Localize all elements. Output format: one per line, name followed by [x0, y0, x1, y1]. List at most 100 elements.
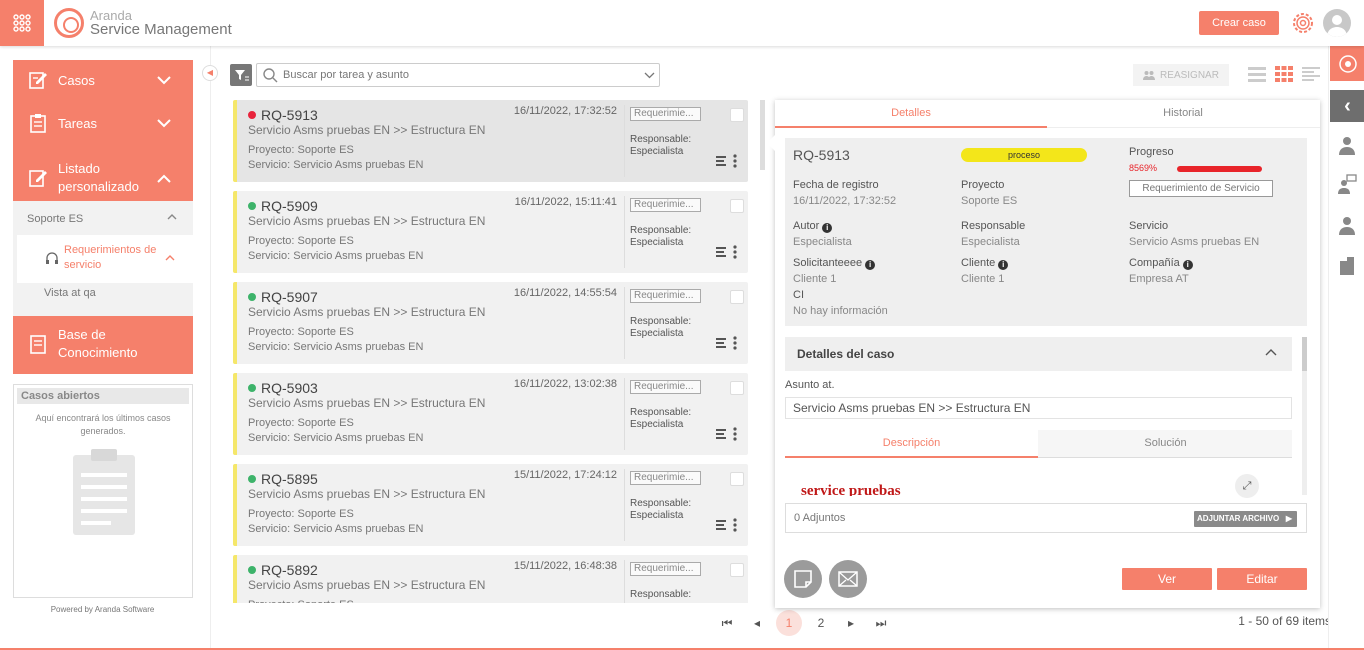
case-card-subject: Servicio Asms pruebas EN >> Estructura E… [248, 123, 486, 137]
filter-button[interactable] [230, 64, 252, 86]
submenu-header[interactable]: Soporte ES [13, 201, 193, 235]
chevron-up-icon[interactable] [1265, 348, 1277, 359]
status-dot [248, 384, 256, 392]
case-card[interactable]: RQ-5913 16/11/2022, 17:32:52 Servicio Asms… [233, 100, 748, 182]
case-card-date: 15/11/2022, 17:24:12 [513, 469, 617, 481]
email-button[interactable] [829, 560, 867, 598]
case-id: RQ-5913 [793, 147, 850, 163]
card-divider [624, 469, 625, 541]
collapse-sidebar-button[interactable]: ◀ [202, 65, 218, 81]
sidebar-menu: Casos Tareas Listado personalizado [13, 60, 193, 202]
expand-icon[interactable]: ⤢ [1235, 474, 1259, 498]
view-button[interactable]: Ver [1122, 568, 1212, 590]
detail-scroll-thumb[interactable] [1302, 337, 1307, 371]
edit-list-icon [29, 170, 47, 187]
rail-case-button[interactable] [1330, 46, 1364, 81]
case-card-responsible: Responsable: [630, 589, 692, 600]
envelope-icon [838, 571, 858, 587]
detail-view-icon[interactable] [1302, 66, 1320, 82]
page-2-button[interactable]: 2 [810, 616, 832, 630]
case-card-date: 16/11/2022, 13:02:38 [513, 378, 617, 390]
card-actions-icon[interactable] [716, 335, 744, 351]
user-avatar[interactable] [1323, 9, 1351, 37]
card-actions-icon[interactable] [716, 244, 744, 260]
sidebar-item-tareas[interactable]: Tareas [13, 103, 193, 143]
rail-collapse-button[interactable]: ‹ [1330, 90, 1364, 122]
create-case-button[interactable]: Crear caso [1199, 11, 1279, 35]
status-dot [248, 202, 256, 210]
case-card-checkbox[interactable] [730, 199, 744, 213]
apps-grid-button[interactable] [0, 0, 44, 46]
card-divider [624, 560, 625, 603]
list-scrollbar[interactable] [760, 100, 765, 170]
aranda-logo-icon [54, 8, 84, 38]
list-view-icon[interactable] [1248, 66, 1266, 82]
case-card-service: Servicio: Servicio Asms pruebas EN [248, 432, 424, 444]
user-icon [1327, 15, 1347, 37]
case-card-responsible: Responsable: Especialista [630, 498, 692, 521]
servicio-label: Servicio [1129, 220, 1169, 232]
case-card[interactable]: RQ-5895 15/11/2022, 17:24:12 Servicio Asms… [233, 464, 748, 546]
case-card-checkbox[interactable] [730, 381, 744, 395]
user-icon[interactable] [1337, 135, 1357, 155]
case-card-responsible: Responsable: Especialista [630, 407, 692, 430]
chevron-down-icon [157, 116, 171, 131]
description-tabs: Descripción Solución [785, 430, 1292, 458]
case-card[interactable]: RQ-5903 16/11/2022, 13:02:38 Servicio Asms… [233, 373, 748, 455]
sidebar-item-listado[interactable]: Listado personalizado [13, 156, 193, 200]
page-1-button[interactable]: 1 [776, 610, 802, 636]
chevron-down-icon [157, 73, 171, 88]
case-card-id: RQ-5895 [261, 471, 318, 487]
submenu-header-label: Soporte ES [27, 213, 84, 225]
tab-historial[interactable]: Historial [1047, 100, 1319, 128]
last-page-button[interactable]: ⏭ [870, 616, 892, 631]
chevron-down-icon[interactable] [644, 72, 655, 79]
agent-icon[interactable] [1337, 215, 1357, 235]
case-card-checkbox[interactable] [730, 108, 744, 122]
card-actions-icon[interactable] [716, 153, 744, 169]
powered-by: Powered by Aranda Software [50, 605, 155, 614]
case-card-responsible: Responsable: Especialista [630, 225, 692, 248]
subject-field[interactable]: Servicio Asms pruebas EN >> Estructura E… [785, 397, 1292, 419]
first-page-button[interactable]: ⏮ [716, 616, 738, 631]
building-icon[interactable] [1337, 255, 1357, 275]
card-actions-icon[interactable] [716, 426, 744, 442]
right-rail: ‹ [1328, 46, 1364, 650]
case-list: RQ-5913 16/11/2022, 17:32:52 Servicio Asms… [233, 100, 748, 603]
tab-solucion[interactable]: Solución [1039, 430, 1292, 458]
search-input[interactable] [283, 67, 633, 83]
card-divider [624, 378, 625, 450]
card-actions-icon[interactable] [716, 517, 744, 533]
status-dot [248, 566, 256, 574]
prev-page-button[interactable]: ◂ [746, 616, 768, 630]
tab-detalles[interactable]: Detalles [775, 100, 1047, 128]
case-card-checkbox[interactable] [730, 563, 744, 577]
attach-file-button[interactable]: ADJUNTAR ARCHIVO ▶ [1194, 511, 1297, 527]
case-card-date: 16/11/2022, 15:11:41 [514, 196, 617, 208]
tab-descripcion[interactable]: Descripción [785, 430, 1038, 458]
proyecto-label: Proyecto [961, 179, 1005, 191]
case-card-date: 16/11/2022, 17:32:52 [513, 105, 617, 117]
grid-view-icon[interactable] [1275, 66, 1293, 82]
gear-icon[interactable] [1290, 10, 1316, 36]
next-page-button[interactable]: ▸ [840, 616, 862, 630]
open-cases-text: Aquí encontrará los últimos casos genera… [35, 413, 171, 436]
submenu-item-requerimientos[interactable]: Requerimientos de servicio [17, 235, 193, 283]
edit-document-icon [29, 72, 47, 89]
sidebar-item-casos[interactable]: Casos [13, 60, 193, 100]
attach-file-label: ADJUNTAR ARCHIVO [1197, 514, 1280, 523]
submenu-view-item[interactable]: Vista at qa [44, 287, 96, 299]
case-card-checkbox[interactable] [730, 290, 744, 304]
autor-value: Especialista [793, 236, 852, 248]
case-card[interactable]: RQ-5909 16/11/2022, 15:11:41 Servicio Asms… [233, 191, 748, 273]
case-card[interactable]: RQ-5907 16/11/2022, 14:55:54 Servicio Asms… [233, 282, 748, 364]
user-chat-icon[interactable] [1337, 174, 1357, 194]
edit-button[interactable]: Editar [1217, 568, 1307, 590]
case-details-header[interactable]: Detalles del caso [785, 337, 1292, 371]
case-card[interactable]: RQ-5892 15/11/2022, 16:48:38 Servicio Asms… [233, 555, 748, 603]
reassign-button[interactable]: REASIGNAR [1133, 64, 1229, 86]
sidebar-item-label: Casos [58, 72, 95, 88]
case-card-checkbox[interactable] [730, 472, 744, 486]
sidebar-item-knowledge-base[interactable]: Base de Conocimiento [13, 316, 193, 374]
note-button[interactable] [784, 560, 822, 598]
